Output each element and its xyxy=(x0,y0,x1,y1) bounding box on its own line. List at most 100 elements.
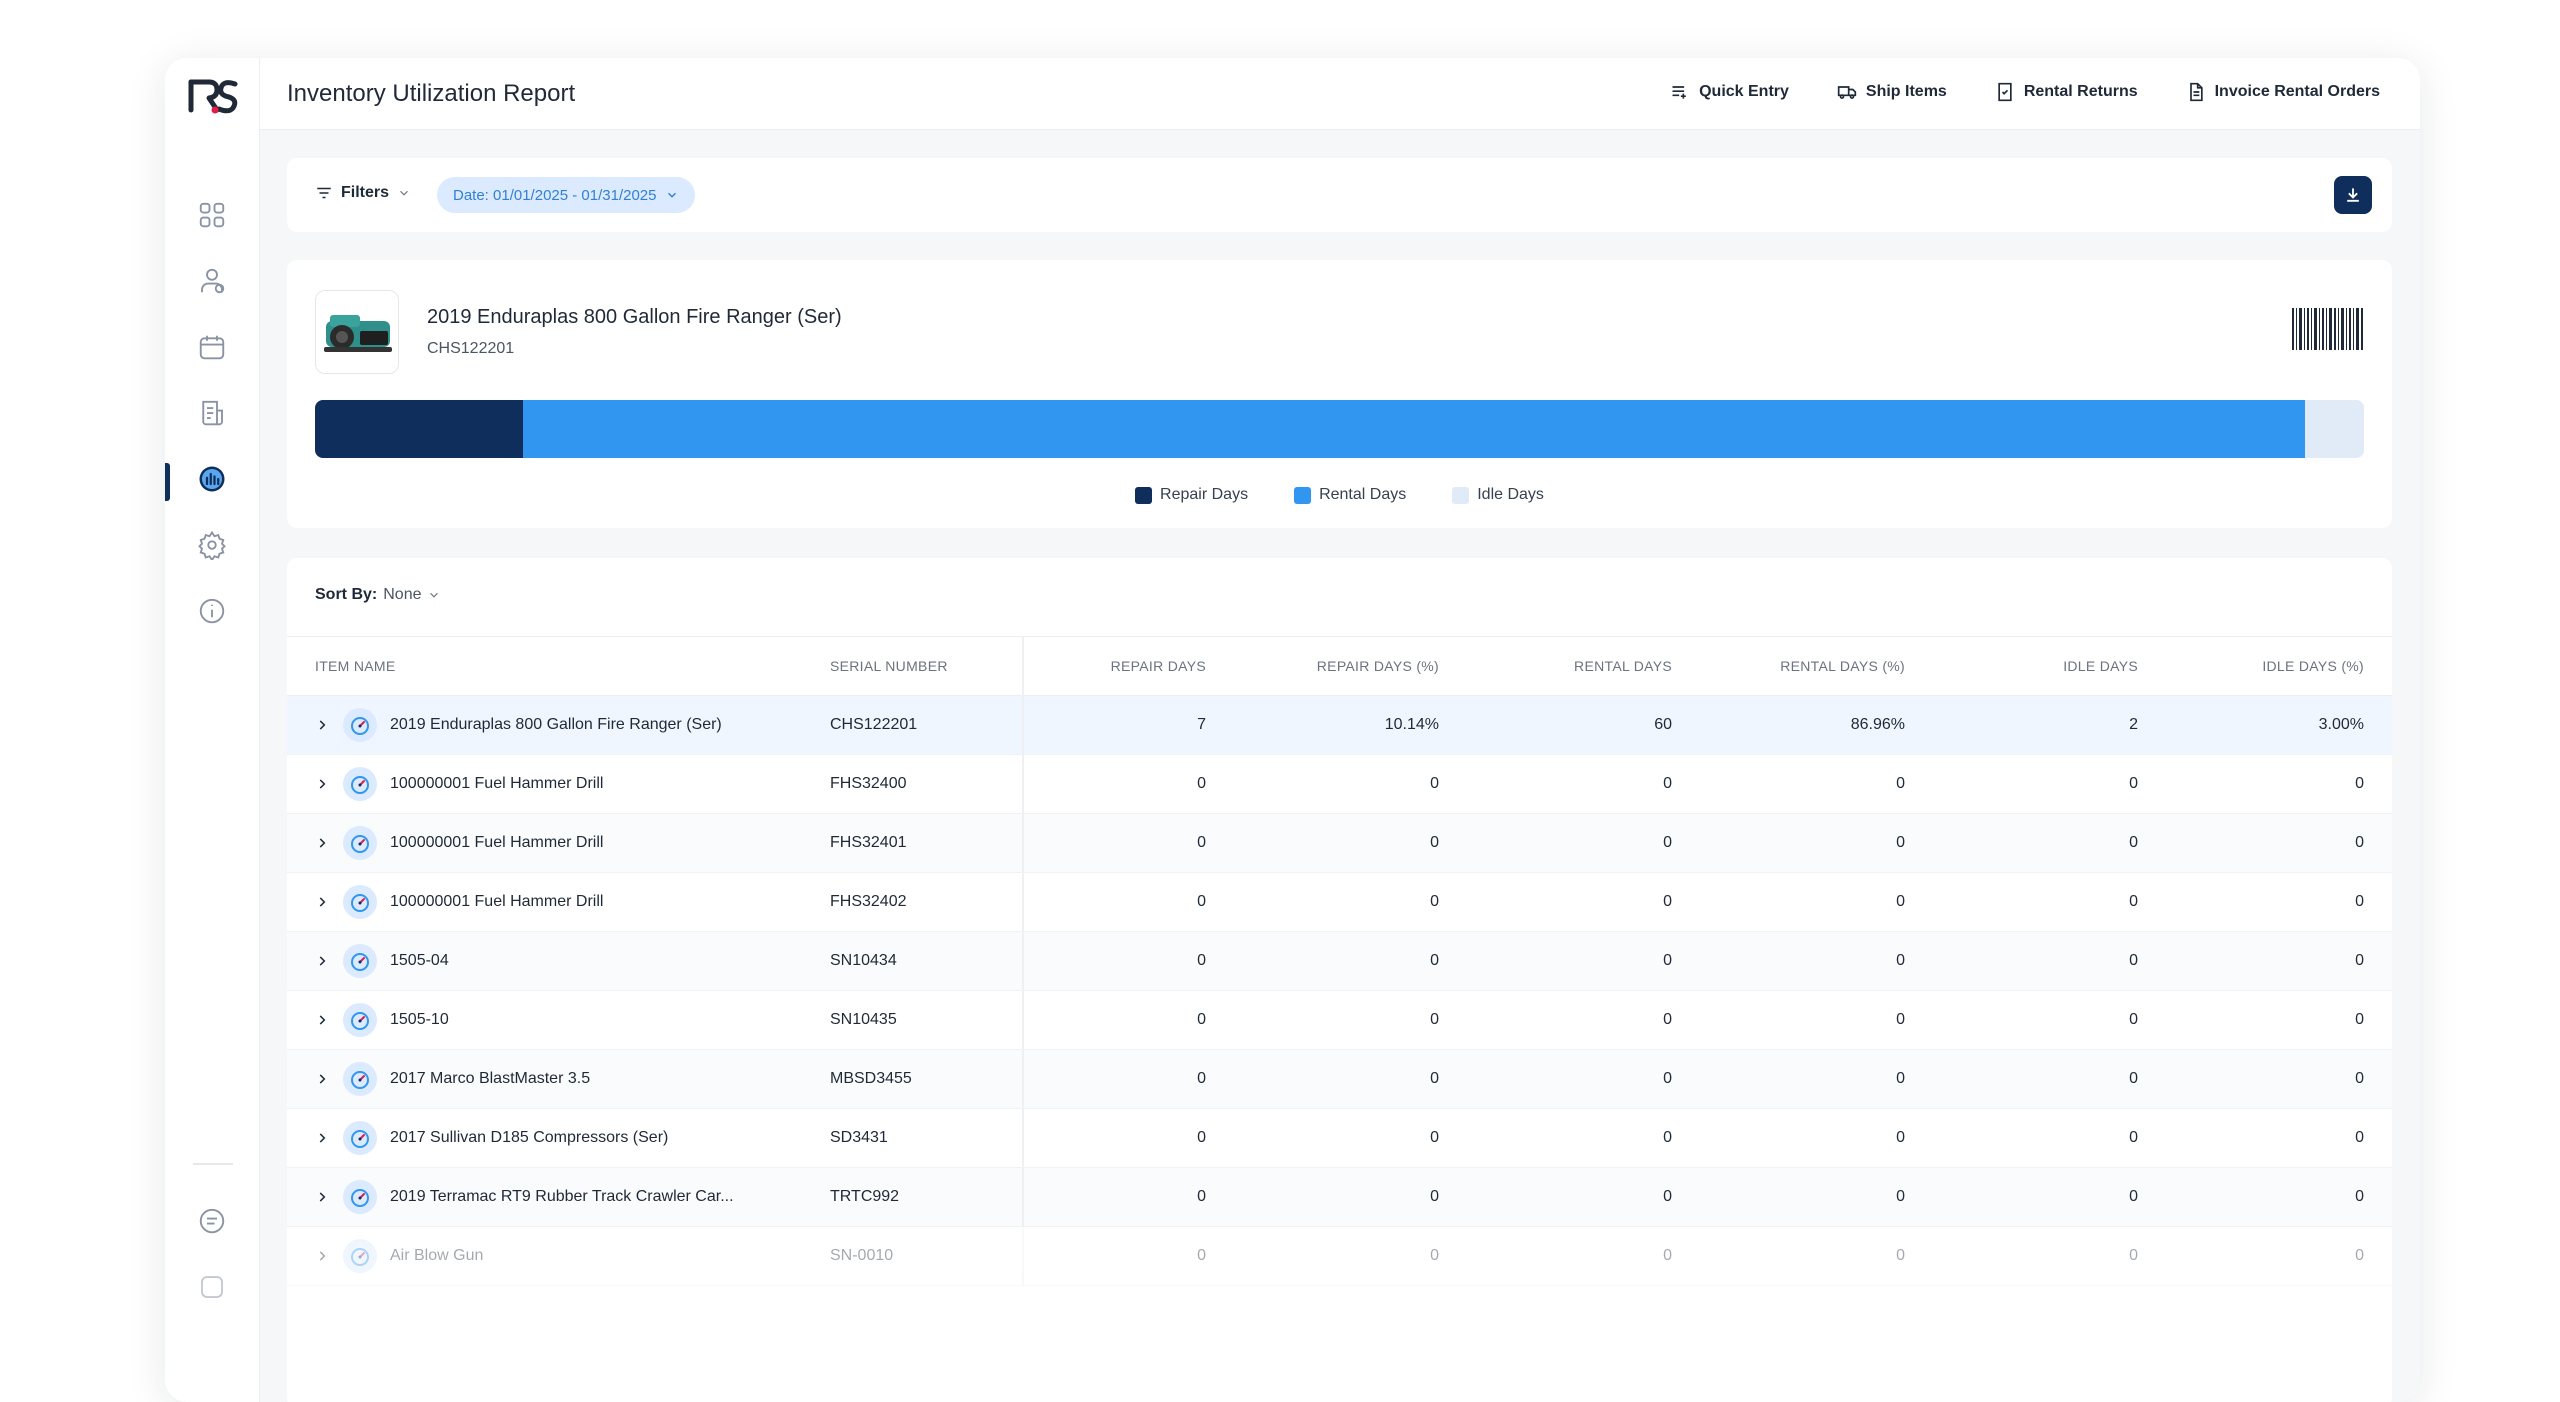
header-serial-number[interactable]: SERIAL NUMBER xyxy=(830,637,948,695)
sidebar-divider xyxy=(193,1163,233,1165)
filters-button[interactable]: Filters xyxy=(315,184,411,202)
table-row[interactable]: 1505-10 SN10435 0 0 0 0 0 0 xyxy=(287,991,2392,1050)
rental-days: 60 xyxy=(1654,716,1672,733)
repair-days-swatch xyxy=(1135,486,1153,504)
table-row[interactable]: 2019 Enduraplas 800 Gallon Fire Ranger (… xyxy=(287,696,2392,755)
rental-days: 0 xyxy=(1663,1129,1672,1146)
date-range-filter[interactable]: Date: 01/01/2025 - 01/31/2025 xyxy=(437,177,695,213)
idle-days: 0 xyxy=(2129,1011,2138,1028)
sort-by-value: None xyxy=(383,586,422,603)
repair-days: 0 xyxy=(1197,834,1206,851)
header-idle-days-pct[interactable]: IDLE DAYS (%) xyxy=(2262,637,2364,695)
idle-days: 0 xyxy=(2129,1188,2138,1205)
repair-days-pct: 0 xyxy=(1430,834,1439,851)
table-row[interactable]: 1505-04 SN10434 0 0 0 0 0 0 xyxy=(287,932,2392,991)
legend-rental-label: Rental Days xyxy=(1319,486,1407,503)
sidebar xyxy=(165,58,260,1402)
truck-icon xyxy=(1837,86,1857,99)
chevron-right-icon[interactable] xyxy=(315,1072,329,1086)
rental-days-pct: 86.96% xyxy=(1850,716,1905,733)
page-title: Inventory Utilization Report xyxy=(287,80,576,107)
item-name-cell: 2019 Enduraplas 800 Gallon Fire Ranger (… xyxy=(315,696,722,754)
column-divider xyxy=(1022,637,1024,695)
table-row[interactable]: Air Blow Gun SN-0010 0 0 0 0 0 0 xyxy=(287,1227,2392,1286)
chevron-right-icon[interactable] xyxy=(315,1249,329,1263)
gauge-icon xyxy=(343,826,377,860)
summary-item-name: 2019 Enduraplas 800 Gallon Fire Ranger (… xyxy=(427,306,842,328)
gauge-icon xyxy=(343,885,377,919)
table-row[interactable]: 100000001 Fuel Hammer Drill FHS32402 0 0… xyxy=(287,873,2392,932)
sort-by-dropdown[interactable]: Sort By: None xyxy=(315,586,441,604)
rs-logo[interactable] xyxy=(185,76,241,116)
header-repair-days-pct[interactable]: REPAIR DAYS (%) xyxy=(1317,637,1439,695)
column-divider xyxy=(1022,1109,1024,1167)
legend-rental-days: Rental Days xyxy=(1294,486,1406,504)
customers-icon[interactable] xyxy=(195,264,229,298)
rental-days-pct: 0 xyxy=(1896,1188,1905,1205)
item-name-cell: 2017 Sullivan D185 Compressors (Ser) xyxy=(315,1109,668,1167)
item-name: 2019 Enduraplas 800 Gallon Fire Ranger (… xyxy=(390,716,722,733)
header-rental-days[interactable]: RENTAL DAYS xyxy=(1574,637,1672,695)
header-repair-days[interactable]: REPAIR DAYS xyxy=(1111,637,1206,695)
rental-days-pct: 0 xyxy=(1896,1011,1905,1028)
rental-returns-button[interactable]: Rental Returns xyxy=(1995,82,2138,102)
quick-entry-icon xyxy=(1672,86,1686,99)
orders-icon[interactable] xyxy=(195,396,229,430)
header-idle-days[interactable]: IDLE DAYS xyxy=(2063,637,2138,695)
repair-days: 0 xyxy=(1197,775,1206,792)
column-divider xyxy=(1022,1227,1024,1285)
account-icon[interactable] xyxy=(195,1270,229,1304)
info-icon[interactable] xyxy=(195,594,229,628)
repair-days-pct: 0 xyxy=(1430,1129,1439,1146)
active-nav-indicator xyxy=(165,463,170,501)
chevron-right-icon[interactable] xyxy=(315,895,329,909)
dashboard-icon[interactable] xyxy=(195,198,229,232)
item-name-cell: 2019 Terramac RT9 Rubber Track Crawler C… xyxy=(315,1168,734,1226)
repair-days: 0 xyxy=(1197,1188,1206,1205)
support-icon[interactable] xyxy=(195,1204,229,1238)
idle-days-pct: 0 xyxy=(2355,1011,2364,1028)
chevron-right-icon[interactable] xyxy=(315,836,329,850)
serial-number: MBSD3455 xyxy=(830,1070,912,1087)
reports-icon[interactable] xyxy=(195,462,229,496)
chevron-right-icon[interactable] xyxy=(315,777,329,791)
table-row[interactable]: 2017 Sullivan D185 Compressors (Ser) SD3… xyxy=(287,1109,2392,1168)
header-rental-days-pct[interactable]: RENTAL DAYS (%) xyxy=(1780,637,1905,695)
serial-number: FHS32402 xyxy=(830,893,907,910)
idle-days: 0 xyxy=(2129,775,2138,792)
repair-days: 0 xyxy=(1197,893,1206,910)
chevron-right-icon[interactable] xyxy=(315,1190,329,1204)
table-row[interactable]: 2017 Marco BlastMaster 3.5 MBSD3455 0 0 … xyxy=(287,1050,2392,1109)
chevron-right-icon[interactable] xyxy=(315,1131,329,1145)
table-row[interactable]: 100000001 Fuel Hammer Drill FHS32400 0 0… xyxy=(287,755,2392,814)
column-divider xyxy=(1022,1168,1024,1226)
barcode-icon[interactable] xyxy=(2292,308,2364,350)
rental-days-pct: 0 xyxy=(1896,1129,1905,1146)
download-button[interactable] xyxy=(2334,176,2372,214)
invoice-rental-orders-button[interactable]: Invoice Rental Orders xyxy=(2186,82,2380,102)
invoice-icon xyxy=(2189,82,2203,102)
ship-items-button[interactable]: Ship Items xyxy=(1837,82,1947,102)
header-item-name[interactable]: ITEM NAME xyxy=(315,637,395,695)
rental-days: 0 xyxy=(1663,834,1672,851)
chevron-right-icon[interactable] xyxy=(315,718,329,732)
chevron-right-icon[interactable] xyxy=(315,1013,329,1027)
utilization-legend: Repair Days Rental Days Idle Days xyxy=(287,486,2392,504)
filter-icon xyxy=(317,187,331,199)
repair-days: 7 xyxy=(1197,716,1206,733)
item-name: 1505-10 xyxy=(390,1011,449,1028)
rental-days: 0 xyxy=(1663,1188,1672,1205)
date-range-label: Date: 01/01/2025 - 01/31/2025 xyxy=(453,186,657,204)
serial-number: CHS122201 xyxy=(830,716,918,733)
item-name: 2019 Terramac RT9 Rubber Track Crawler C… xyxy=(390,1188,734,1205)
chevron-right-icon[interactable] xyxy=(315,954,329,968)
calendar-icon[interactable] xyxy=(195,330,229,364)
table-row[interactable]: 2019 Terramac RT9 Rubber Track Crawler C… xyxy=(287,1168,2392,1227)
idle-days: 0 xyxy=(2129,834,2138,851)
table-header: ITEM NAME SERIAL NUMBER REPAIR DAYS REPA… xyxy=(287,636,2392,696)
repair-days: 0 xyxy=(1197,1011,1206,1028)
idle-days-swatch xyxy=(1452,486,1470,504)
quick-entry-button[interactable]: Quick Entry xyxy=(1670,82,1789,102)
table-row[interactable]: 100000001 Fuel Hammer Drill FHS32401 0 0… xyxy=(287,814,2392,873)
settings-icon[interactable] xyxy=(195,528,229,562)
